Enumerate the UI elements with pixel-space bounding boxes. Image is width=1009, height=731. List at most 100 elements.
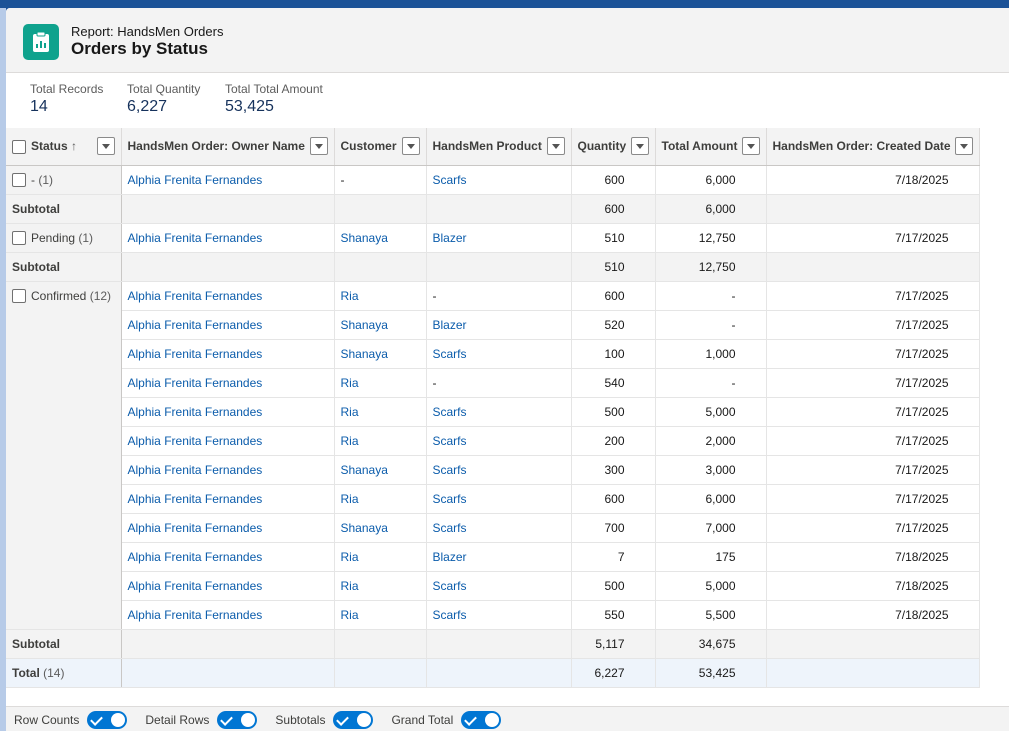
created-date-cell: 7/17/2025 (766, 368, 980, 398)
amount-cell: - (655, 368, 767, 398)
owner-link[interactable]: Alphia Frenita Fernandes (121, 455, 335, 485)
check-icon (336, 712, 350, 726)
table-row: Alphia Frenita Fernandes Ria Scarfs 600 6,00… (6, 484, 980, 514)
product-link[interactable]: Scarfs (426, 455, 572, 485)
product-link: - (426, 368, 572, 398)
owner-link[interactable]: Alphia Frenita Fernandes (121, 484, 335, 514)
customer-link[interactable]: Ria (334, 571, 427, 601)
customer-link[interactable]: Shanaya (334, 223, 427, 253)
customer-link[interactable]: Shanaya (334, 513, 427, 543)
summary-label: Total Quantity (127, 82, 201, 96)
customer-link[interactable]: Ria (334, 281, 427, 311)
total-quantity: 6,227 (571, 657, 656, 688)
summary-value: 14 (30, 98, 48, 115)
owner-link[interactable]: Alphia Frenita Fernandes (121, 542, 335, 572)
grand-total-toggle[interactable] (461, 710, 502, 729)
chevron-down-icon[interactable] (630, 137, 649, 156)
product-link[interactable]: Scarfs (426, 484, 572, 514)
summary-value: 6,227 (127, 98, 168, 115)
column-header-owner[interactable]: HandsMen Order: Owner Name (121, 128, 335, 166)
row-counts-toggle[interactable] (87, 710, 128, 729)
customer-link: - (334, 165, 427, 195)
chevron-down-icon[interactable] (401, 137, 420, 156)
app-background (0, 0, 1009, 8)
chevron-down-icon[interactable] (96, 137, 115, 156)
product-link[interactable]: Scarfs (426, 397, 572, 427)
amount-cell: 5,500 (655, 600, 767, 630)
group-checkbox[interactable] (12, 173, 26, 188)
product-link[interactable]: Blazer (426, 223, 572, 253)
table-header-row: Status ↑ HandsMen Order: Owner Name Cust… (6, 128, 980, 166)
table-row: Alphia Frenita Fernandes Shanaya Scarfs 100… (6, 339, 980, 369)
column-header-amount[interactable]: Total Amount (655, 128, 767, 166)
group-count: (1) (38, 172, 54, 187)
column-label: HandsMen Product (432, 139, 542, 154)
product-link[interactable]: Scarfs (426, 600, 572, 630)
total-amount: 53,425 (655, 657, 767, 688)
select-all-checkbox[interactable] (12, 139, 26, 154)
customer-link[interactable]: Ria (334, 426, 427, 456)
subtotal-empty (121, 194, 335, 224)
product-link[interactable]: Scarfs (426, 165, 572, 195)
product-link[interactable]: Scarfs (426, 571, 572, 601)
subtotals-toggle[interactable] (333, 710, 374, 729)
product-link[interactable]: Blazer (426, 542, 572, 572)
amount-cell: 5,000 (655, 571, 767, 601)
group-checkbox[interactable] (12, 231, 26, 246)
group-cell: Pending (1) (6, 223, 122, 253)
summary-bar: Total Records 14 Total Quantity 6,227 To… (6, 73, 1009, 129)
product-link[interactable]: Scarfs (426, 339, 572, 369)
product-link[interactable]: Scarfs (426, 513, 572, 543)
detail-rows-toggle[interactable] (217, 710, 258, 729)
amount-cell: - (655, 310, 767, 340)
customer-link[interactable]: Ria (334, 542, 427, 572)
column-header-product[interactable]: HandsMen Product (426, 128, 572, 166)
chevron-down-icon[interactable] (309, 137, 328, 156)
total-empty (121, 657, 335, 688)
column-label: Quantity (577, 139, 627, 154)
check-icon (90, 712, 104, 726)
owner-link[interactable]: Alphia Frenita Fernandes (121, 165, 335, 195)
subtotal-label: Subtotal (6, 252, 122, 282)
customer-link[interactable]: Ria (334, 397, 427, 427)
report-table: Status ↑ HandsMen Order: Owner Name Cust… (6, 128, 980, 688)
table-row: Alphia Frenita Fernandes Ria Scarfs 200 2,00… (6, 426, 980, 456)
chevron-down-icon[interactable] (954, 137, 973, 156)
owner-link[interactable]: Alphia Frenita Fernandes (121, 397, 335, 427)
quantity-cell: 600 (571, 165, 656, 195)
owner-link[interactable]: Alphia Frenita Fernandes (121, 513, 335, 543)
chevron-down-icon[interactable] (741, 137, 760, 156)
column-header-customer[interactable]: Customer (334, 128, 427, 166)
owner-link[interactable]: Alphia Frenita Fernandes (121, 223, 335, 253)
subtotal-empty (334, 194, 427, 224)
chevron-down-icon[interactable] (546, 137, 565, 156)
owner-link[interactable]: Alphia Frenita Fernandes (121, 339, 335, 369)
customer-link[interactable]: Shanaya (334, 455, 427, 485)
amount-cell: 175 (655, 542, 767, 572)
customer-link[interactable]: Shanaya (334, 310, 427, 340)
owner-link[interactable]: Alphia Frenita Fernandes (121, 426, 335, 456)
column-header-created-date[interactable]: HandsMen Order: Created Date (766, 128, 980, 166)
total-empty (334, 657, 427, 688)
owner-link[interactable]: Alphia Frenita Fernandes (121, 600, 335, 630)
customer-link[interactable]: Ria (334, 368, 427, 398)
quantity-cell: 500 (571, 397, 656, 427)
total-empty (766, 657, 980, 688)
created-date-cell: 7/17/2025 (766, 281, 980, 311)
customer-link[interactable]: Ria (334, 484, 427, 514)
customer-link[interactable]: Shanaya (334, 339, 427, 369)
owner-link[interactable]: Alphia Frenita Fernandes (121, 571, 335, 601)
group-label: - (31, 172, 35, 187)
customer-link[interactable]: Ria (334, 600, 427, 630)
toggle-subtotals: Subtotals (275, 710, 374, 729)
column-header-status[interactable]: Status ↑ (6, 128, 122, 166)
product-link[interactable]: Scarfs (426, 426, 572, 456)
summary-total-records: Total Records 14 (30, 82, 103, 116)
product-link[interactable]: Blazer (426, 310, 572, 340)
owner-link[interactable]: Alphia Frenita Fernandes (121, 310, 335, 340)
owner-link[interactable]: Alphia Frenita Fernandes (121, 368, 335, 398)
subtotal-row: Subtotal 600 6,000 (6, 194, 980, 224)
owner-link[interactable]: Alphia Frenita Fernandes (121, 281, 335, 311)
column-header-quantity[interactable]: Quantity (571, 128, 656, 166)
group-checkbox[interactable] (12, 289, 26, 304)
